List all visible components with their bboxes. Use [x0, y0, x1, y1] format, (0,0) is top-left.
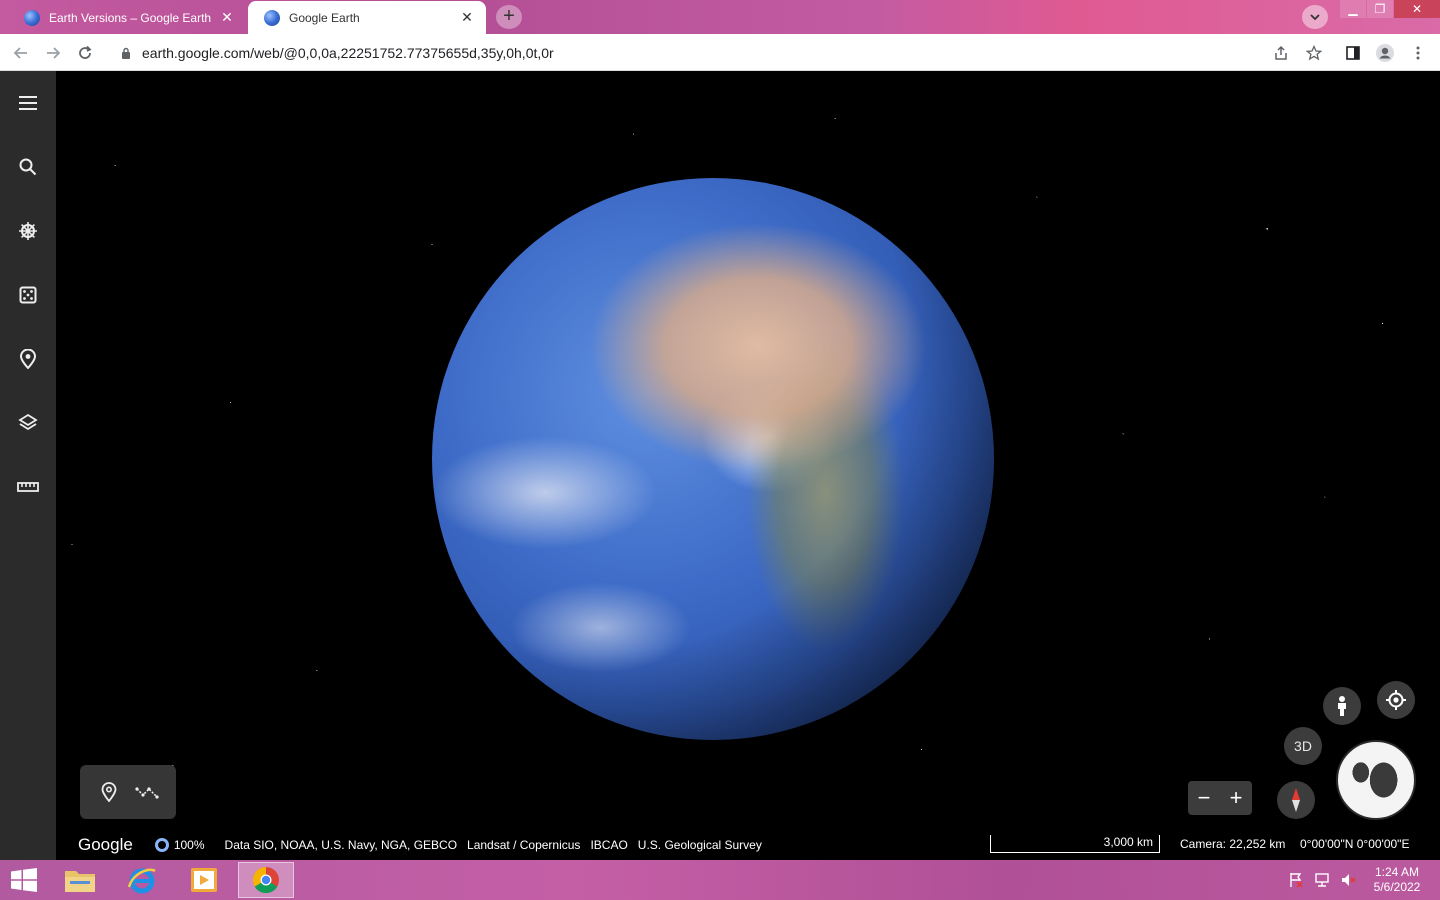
camera-altitude: Camera: 22,252 km — [1180, 837, 1286, 851]
close-tab-icon[interactable]: ✕ — [218, 9, 236, 26]
taskbar-chrome[interactable] — [238, 862, 294, 898]
my-location-button[interactable] — [1377, 681, 1415, 719]
projects-button[interactable] — [10, 341, 46, 377]
lock-icon — [116, 47, 136, 59]
zoom-in-button[interactable]: + — [1220, 781, 1252, 815]
forward-button[interactable] — [40, 40, 66, 66]
measure-button[interactable] — [10, 469, 46, 505]
add-placemark-button[interactable] — [94, 777, 124, 807]
media-player-icon — [191, 868, 217, 892]
pegman-button[interactable] — [1323, 687, 1361, 725]
loading-indicator-icon — [154, 837, 169, 852]
browser-tabstrip: Earth Versions – Google Earth ✕ Google E… — [0, 0, 1440, 34]
search-button[interactable] — [10, 149, 46, 185]
google-logo: Google — [78, 834, 133, 854]
zoom-controls: − + — [1188, 781, 1252, 815]
drawing-tools — [80, 765, 176, 819]
volume-muted-icon[interactable] — [1340, 872, 1356, 888]
crosshair-icon — [1386, 690, 1406, 710]
toggle-3d-button[interactable]: 3D — [1284, 727, 1322, 765]
loading-percent: 100% — [173, 837, 205, 852]
url-text: earth.google.com/web/@0,0,0a,22251752.77… — [142, 44, 554, 61]
layers-icon — [18, 413, 38, 431]
windows-logo-icon — [11, 868, 37, 892]
earth-viewport[interactable]: 3D − + Google 100% Data SIO, NOAA, U.S. … — [0, 71, 1440, 860]
chevron-down-icon — [1310, 14, 1320, 21]
taskbar-file-explorer[interactable] — [52, 862, 108, 898]
tab-title: Earth Versions – Google Earth — [49, 10, 212, 25]
pegman-icon — [1338, 696, 1346, 716]
close-tab-icon[interactable]: ✕ — [458, 9, 476, 26]
compass-needle-icon — [1292, 788, 1300, 812]
earth-globe-shading — [432, 178, 994, 740]
minimize-button[interactable]: ▁ — [1340, 0, 1366, 18]
dice-icon — [19, 286, 37, 304]
placemark-icon — [101, 782, 117, 802]
windows-taskbar: 1:24 AM 5/6/2022 — [0, 860, 1440, 900]
address-bar[interactable]: earth.google.com/web/@0,0,0a,22251752.77… — [108, 38, 1328, 67]
reload-button[interactable] — [72, 40, 98, 66]
earth-footer: Google 100% Data SIO, NOAA, U.S. Navy, N… — [56, 829, 1440, 860]
kebab-menu-icon — [1416, 46, 1420, 60]
voyager-button[interactable] — [10, 213, 46, 249]
scale-bar[interactable]: 3,000 km — [990, 835, 1160, 853]
taskbar-clock[interactable]: 1:24 AM 5/6/2022 — [1370, 865, 1424, 895]
google-earth-favicon-icon — [24, 9, 40, 26]
share-icon — [1275, 45, 1287, 60]
feeling-lucky-button[interactable] — [10, 277, 46, 313]
start-button[interactable] — [6, 864, 42, 896]
folder-icon — [65, 871, 95, 892]
map-pin-icon — [19, 349, 37, 369]
coordinates-readout: 0°00'00"N 0°00'00"E — [1300, 837, 1410, 851]
tab-search-button[interactable] — [1302, 5, 1328, 29]
star-icon — [1306, 45, 1322, 61]
maximize-button[interactable]: ❐ — [1367, 0, 1393, 18]
menu-button[interactable] — [1405, 40, 1431, 66]
profile-button[interactable] — [1372, 40, 1398, 66]
action-center-flag-icon[interactable] — [1288, 872, 1304, 888]
data-attribution[interactable]: Data SIO, NOAA, U.S. Navy, NGA, GEBCO La… — [225, 838, 762, 852]
avatar-icon — [1376, 44, 1394, 62]
system-tray — [1288, 872, 1356, 888]
compass-button[interactable] — [1277, 781, 1315, 819]
chrome-icon — [252, 866, 279, 894]
clock-date: 5/6/2022 — [1373, 880, 1421, 894]
left-nav-rail — [0, 71, 56, 860]
new-tab-button[interactable]: + — [496, 5, 522, 29]
main-menu-button[interactable] — [10, 85, 46, 121]
hamburger-menu-icon — [19, 96, 37, 110]
taskbar-media-player[interactable] — [176, 862, 232, 898]
bookmark-button[interactable] — [1301, 40, 1327, 66]
reload-icon — [79, 45, 92, 59]
tab-title: Google Earth — [289, 10, 360, 25]
taskbar-internet-explorer[interactable] — [114, 862, 170, 898]
ruler-icon — [17, 482, 39, 492]
ships-wheel-icon — [19, 222, 37, 240]
tab-earth-versions[interactable]: Earth Versions – Google Earth ✕ — [8, 1, 246, 34]
network-icon[interactable] — [1314, 872, 1330, 888]
map-style-button[interactable] — [10, 405, 46, 441]
internet-explorer-icon — [127, 868, 156, 894]
back-button[interactable] — [8, 40, 34, 66]
side-panel-icon — [1346, 46, 1360, 60]
clock-time: 1:24 AM — [1374, 865, 1420, 879]
close-window-button[interactable]: ✕ — [1394, 0, 1440, 18]
browser-toolbar: earth.google.com/web/@0,0,0a,22251752.77… — [0, 34, 1440, 71]
arrow-left-icon — [13, 47, 27, 59]
mini-map-globe[interactable] — [1336, 740, 1416, 820]
tab-google-earth[interactable]: Google Earth ✕ — [248, 1, 486, 34]
arrow-right-icon — [47, 47, 61, 59]
search-icon — [19, 158, 37, 176]
draw-line-button[interactable] — [132, 777, 162, 807]
path-icon — [135, 787, 159, 799]
share-button[interactable] — [1268, 40, 1294, 66]
side-panel-button[interactable] — [1340, 40, 1366, 66]
google-earth-favicon-icon — [264, 9, 280, 26]
window-controls: ▁ ❐ ✕ — [1339, 0, 1440, 20]
zoom-out-button[interactable]: − — [1188, 781, 1220, 815]
